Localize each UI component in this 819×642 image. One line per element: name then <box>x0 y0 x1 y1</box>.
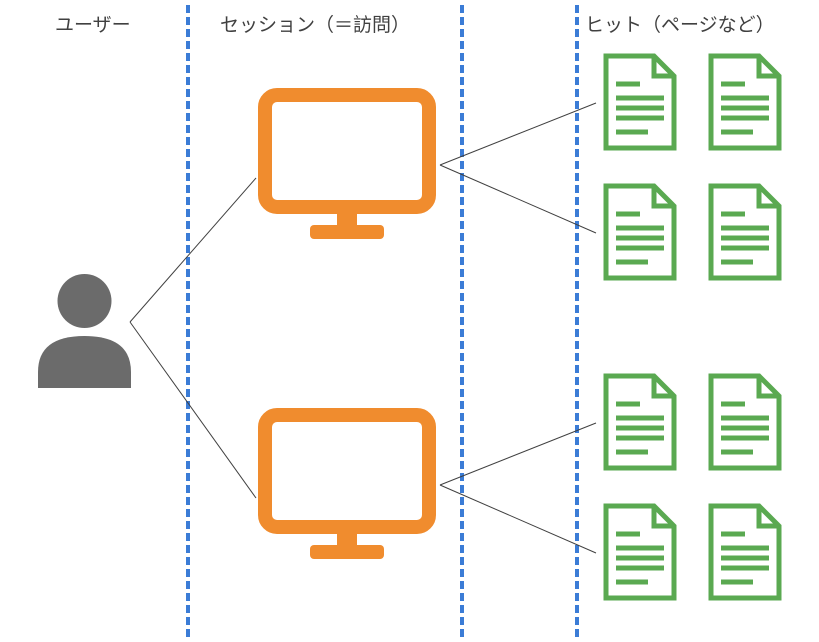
document-icon <box>600 182 680 287</box>
monitor-icon-1 <box>258 88 436 248</box>
divider-2 <box>460 5 464 637</box>
header-session: セッション（＝訪問） <box>220 10 410 37</box>
divider-1 <box>186 5 190 637</box>
divider-3 <box>575 5 579 637</box>
document-icon <box>600 502 680 607</box>
document-icon <box>705 182 785 287</box>
user-icon <box>32 270 137 393</box>
document-icon <box>705 52 785 157</box>
document-icon <box>600 372 680 477</box>
diagram-canvas: ユーザー セッション（＝訪問） ヒット（ページなど） <box>0 0 819 642</box>
document-icon <box>600 52 680 157</box>
document-icon <box>705 372 785 477</box>
monitor-icon-2 <box>258 408 436 568</box>
document-icon <box>705 502 785 607</box>
header-user: ユーザー <box>55 10 131 37</box>
header-hit: ヒット（ページなど） <box>585 10 775 37</box>
